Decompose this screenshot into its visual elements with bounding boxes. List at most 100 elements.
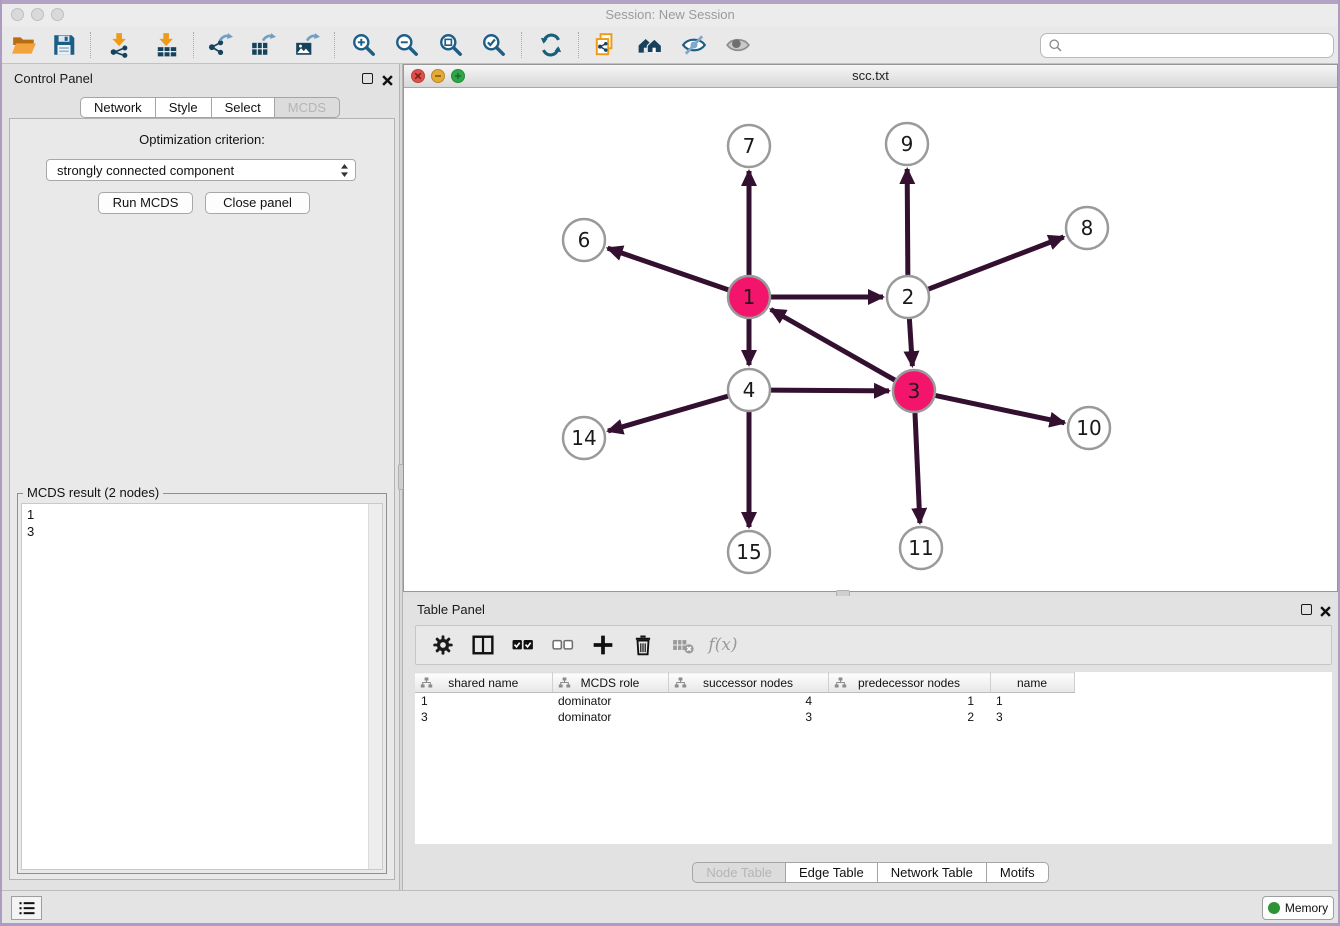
column-header-successor-nodes[interactable]: successor nodes xyxy=(668,673,828,693)
zoom-fit-icon[interactable] xyxy=(437,31,465,59)
edge-4-14[interactable] xyxy=(608,396,729,431)
minimize-window-button[interactable] xyxy=(31,8,44,21)
column-header-name[interactable]: name xyxy=(990,673,1074,693)
close-table-panel-icon[interactable] xyxy=(1320,604,1331,622)
settings-gear-icon[interactable] xyxy=(430,632,456,658)
table-tabs: Node Table Edge Table Network Table Moti… xyxy=(403,862,1338,883)
columns-icon[interactable] xyxy=(470,632,496,658)
tab-select[interactable]: Select xyxy=(211,97,274,118)
tab-edge-table[interactable]: Edge Table xyxy=(785,862,877,883)
close-panel-icon[interactable] xyxy=(382,73,393,91)
refresh-icon[interactable] xyxy=(537,31,565,59)
deselect-all-checkboxes-icon[interactable] xyxy=(550,632,576,658)
tab-node-table[interactable]: Node Table xyxy=(692,862,785,883)
add-column-icon[interactable] xyxy=(590,632,616,658)
open-file-icon[interactable] xyxy=(10,31,38,59)
table-cell[interactable]: 1 xyxy=(828,693,990,709)
column-header-predecessor-nodes[interactable]: predecessor nodes xyxy=(828,673,990,693)
mcds-result-group: MCDS result (2 nodes) 1 3 xyxy=(17,493,387,874)
close-window-button[interactable] xyxy=(11,8,24,21)
attribute-tree-icon xyxy=(558,677,571,691)
result-line: 1 xyxy=(27,506,382,523)
edge-4-3[interactable] xyxy=(770,390,889,391)
tab-motifs[interactable]: Motifs xyxy=(986,862,1049,883)
hide-selected-icon[interactable] xyxy=(680,31,708,59)
save-session-icon[interactable] xyxy=(50,31,78,59)
node-label-15: 15 xyxy=(736,540,761,564)
memory-button[interactable]: Memory xyxy=(1262,896,1334,920)
float-table-panel-icon[interactable] xyxy=(1301,604,1312,615)
search-icon xyxy=(1048,38,1063,53)
maximize-window-button[interactable] xyxy=(51,8,64,21)
result-scrollbar[interactable] xyxy=(368,504,382,869)
edge-2-9[interactable] xyxy=(907,169,908,276)
node-table-container: shared name MCDS role successor nodes pr… xyxy=(415,672,1332,844)
edge-1-6[interactable] xyxy=(608,248,730,290)
table-cell[interactable]: 2 xyxy=(828,709,990,725)
table-cell[interactable]: dominator xyxy=(552,709,668,725)
edge-3-10[interactable] xyxy=(935,395,1065,422)
first-neighbors-icon[interactable] xyxy=(636,31,664,59)
table-cell[interactable]: 4 xyxy=(668,693,828,709)
delete-table-icon[interactable] xyxy=(670,632,696,658)
network-maximize-button[interactable] xyxy=(451,69,465,83)
tab-style[interactable]: Style xyxy=(155,97,211,118)
network-graph-svg[interactable]: 7968124314101511 xyxy=(404,88,1337,591)
edge-2-8[interactable] xyxy=(928,237,1064,289)
criterion-dropdown[interactable]: strongly connected component xyxy=(46,159,356,181)
column-header-mcds-role[interactable]: MCDS role xyxy=(552,673,668,693)
network-title: scc.txt xyxy=(404,65,1337,87)
zoom-out-icon[interactable] xyxy=(393,31,421,59)
search-input[interactable] xyxy=(1063,38,1313,53)
network-close-button[interactable] xyxy=(411,69,425,83)
table-cell[interactable]: 1 xyxy=(990,693,1074,709)
table-row[interactable]: 1dominator411 xyxy=(415,693,1074,709)
import-table-icon[interactable] xyxy=(153,31,181,59)
node-label-11: 11 xyxy=(908,536,933,560)
optimization-criterion-label: Optimization criterion: xyxy=(10,132,394,147)
close-panel-button[interactable]: Close panel xyxy=(205,192,310,214)
search-field[interactable] xyxy=(1040,33,1334,58)
mcds-panel: Optimization criterion: strongly connect… xyxy=(9,118,395,880)
zoom-in-icon[interactable] xyxy=(350,31,378,59)
function-builder-icon[interactable]: f(x) xyxy=(710,632,736,658)
mcds-result-list[interactable]: 1 3 xyxy=(21,503,383,870)
run-mcds-button[interactable]: Run MCDS xyxy=(98,192,193,214)
table-toolbar: f(x) xyxy=(415,625,1332,665)
edge-3-1[interactable] xyxy=(771,309,896,380)
export-image-icon[interactable] xyxy=(293,31,321,59)
tab-mcds[interactable]: MCDS xyxy=(274,97,340,118)
table-cell[interactable]: 3 xyxy=(990,709,1074,725)
node-label-1: 1 xyxy=(743,285,756,309)
table-row[interactable]: 3dominator323 xyxy=(415,709,1074,725)
network-view-window: scc.txt 7968124314101511 xyxy=(403,64,1338,592)
table-cell[interactable]: 1 xyxy=(415,693,552,709)
export-table-icon[interactable] xyxy=(249,31,277,59)
select-all-checkboxes-icon[interactable] xyxy=(510,632,536,658)
memory-label: Memory xyxy=(1285,901,1328,915)
task-history-button[interactable] xyxy=(11,896,42,920)
table-cell[interactable]: 3 xyxy=(415,709,552,725)
toolbar-separator xyxy=(578,32,579,58)
table-cell[interactable]: dominator xyxy=(552,693,668,709)
export-network-icon[interactable] xyxy=(206,31,234,59)
trash-icon[interactable] xyxy=(630,632,656,658)
import-network-icon[interactable] xyxy=(106,31,134,59)
zoom-selected-icon[interactable] xyxy=(480,31,508,59)
show-all-icon[interactable] xyxy=(724,31,752,59)
result-line: 3 xyxy=(27,523,382,540)
float-panel-icon[interactable] xyxy=(362,73,373,84)
window-title: Session: New Session xyxy=(2,4,1338,26)
clone-network-icon[interactable] xyxy=(592,31,620,59)
tab-network-table[interactable]: Network Table xyxy=(877,862,986,883)
network-window-titlebar[interactable]: scc.txt xyxy=(404,65,1337,88)
edge-3-11[interactable] xyxy=(915,412,920,523)
control-panel-title: Control Panel xyxy=(14,71,93,86)
tab-network[interactable]: Network xyxy=(80,97,155,118)
toolbar-separator xyxy=(193,32,194,58)
column-header-shared-name[interactable]: shared name xyxy=(415,673,552,693)
network-minimize-button[interactable] xyxy=(431,69,445,83)
table-cell[interactable]: 3 xyxy=(668,709,828,725)
node-label-3: 3 xyxy=(908,379,921,403)
edge-2-3[interactable] xyxy=(909,318,912,366)
